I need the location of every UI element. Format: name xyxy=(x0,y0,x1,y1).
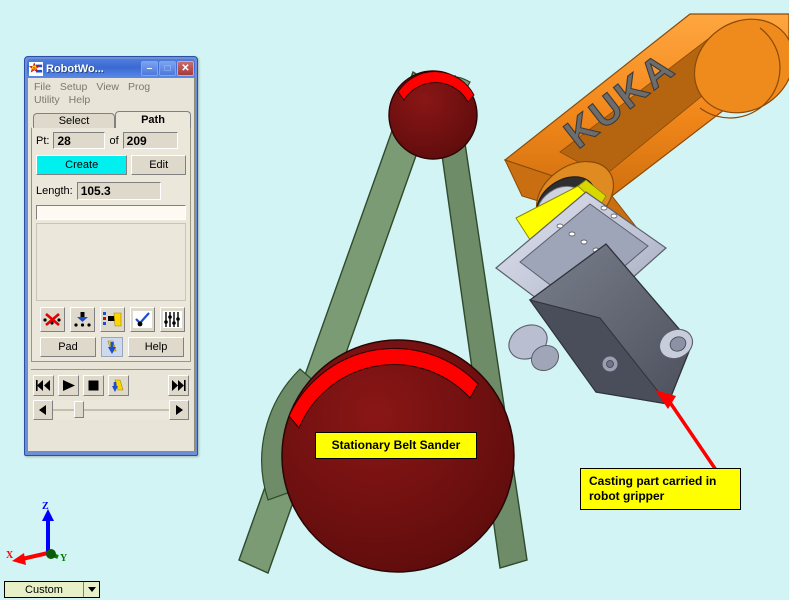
check-point-icon[interactable] xyxy=(130,307,155,332)
point-total-field[interactable]: 209 xyxy=(122,132,178,149)
application-root: KUKA Stationary Belt Sander Casting part… xyxy=(0,0,789,600)
annotation-stationary-belt-sander: Stationary Belt Sander xyxy=(315,432,477,459)
menu-item-utility[interactable]: Utility xyxy=(34,94,60,107)
maximize-button[interactable]: □ xyxy=(159,61,176,76)
window-client-area: File Setup View Prog Utility Help Select… xyxy=(27,78,195,452)
tab-path[interactable]: Path xyxy=(115,111,191,128)
gripper-assembly xyxy=(495,179,694,405)
svg-text:S: S xyxy=(33,65,36,70)
menu-item-help[interactable]: Help xyxy=(69,94,91,107)
robotworks-window[interactable]: S RobotWo... – □ ✕ File Setup View Prog … xyxy=(24,56,198,456)
chevron-down-icon[interactable] xyxy=(83,582,99,597)
help-button[interactable]: Help xyxy=(128,337,184,357)
annotation-casting-part: Casting part carried in robot gripper xyxy=(580,468,741,510)
x-axis-head xyxy=(12,553,26,565)
pad-button[interactable]: Pad xyxy=(40,337,96,357)
rewind-to-start-icon[interactable] xyxy=(33,375,54,396)
scroll-right-icon[interactable] xyxy=(169,400,189,420)
robotworks-logo-icon: S xyxy=(29,61,43,76)
playback-transport[interactable] xyxy=(31,369,191,396)
path-list-area[interactable] xyxy=(36,223,186,301)
view-preset-value: Custom xyxy=(25,583,63,596)
point-of-label: of xyxy=(109,134,119,147)
point-settings-icon[interactable] xyxy=(160,307,185,332)
insert-point-icon[interactable] xyxy=(70,307,95,332)
play-icon[interactable] xyxy=(58,375,79,396)
edit-button[interactable]: Edit xyxy=(131,155,186,175)
x-axis-label: X xyxy=(6,550,14,561)
tab-select[interactable]: Select xyxy=(33,113,115,128)
path-icon-toolbar[interactable] xyxy=(36,307,186,332)
scroll-left-icon[interactable] xyxy=(33,400,53,420)
create-button[interactable]: Create xyxy=(36,155,128,175)
menu-item-file[interactable]: File xyxy=(34,81,51,94)
belt-sander-assembly xyxy=(238,70,528,574)
forward-to-end-icon[interactable] xyxy=(168,375,189,396)
robot-simulate-icon[interactable] xyxy=(108,375,129,396)
menu-item-prog[interactable]: Prog xyxy=(128,81,150,94)
casting-callout-arrow xyxy=(655,390,718,471)
timeline-slider[interactable] xyxy=(31,400,191,420)
menu-item-setup[interactable]: Setup xyxy=(60,81,87,94)
point-label: Pt: xyxy=(36,134,50,147)
z-axis-label: Z xyxy=(42,501,49,512)
view-preset-dropdown[interactable]: Custom xyxy=(4,581,100,598)
action-row: Create Edit xyxy=(36,155,186,175)
point-current-field[interactable]: 28 xyxy=(53,132,106,149)
robot-jog-icon[interactable] xyxy=(101,337,123,357)
path-panel: Pt: 28 of 209 Create Edit Length: 105.3 xyxy=(31,127,191,362)
point-row: Pt: 28 of 209 xyxy=(36,132,186,149)
move-to-point-icon[interactable] xyxy=(100,307,125,332)
y-axis-head xyxy=(46,549,56,559)
length-row: Length: 105.3 xyxy=(36,182,186,200)
minimize-button[interactable]: – xyxy=(141,61,158,76)
length-value-field[interactable]: 105.3 xyxy=(76,182,161,200)
delete-point-icon[interactable] xyxy=(40,307,65,332)
path-text-input[interactable] xyxy=(36,205,186,220)
tab-strip[interactable]: Select Path xyxy=(31,111,191,128)
gripper-screw-socket xyxy=(606,360,614,368)
menu-bar[interactable]: File Setup View Prog Utility Help xyxy=(31,80,191,109)
menu-item-view[interactable]: View xyxy=(96,81,119,94)
stop-icon[interactable] xyxy=(83,375,104,396)
slider-track[interactable] xyxy=(53,400,169,420)
slider-thumb[interactable] xyxy=(73,401,84,418)
close-button[interactable]: ✕ xyxy=(177,61,194,76)
y-axis-label: Y xyxy=(60,553,68,564)
window-titlebar[interactable]: S RobotWo... – □ ✕ xyxy=(27,59,195,78)
length-label: Length: xyxy=(36,185,73,197)
axis-triad: Z X Y xyxy=(6,495,76,565)
x-axis-line xyxy=(21,551,49,561)
window-title: RobotWo... xyxy=(46,62,104,75)
secondary-button-row[interactable]: Pad Help xyxy=(36,337,186,357)
